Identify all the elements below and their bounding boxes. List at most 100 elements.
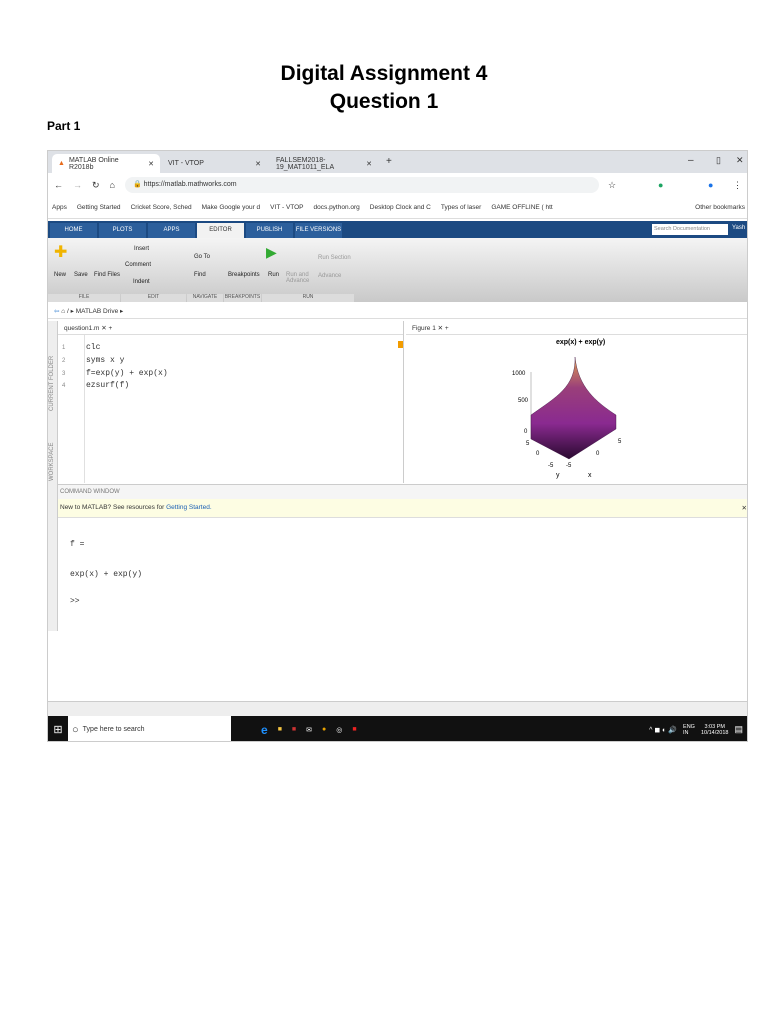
code-line[interactable]: syms x y bbox=[86, 356, 124, 365]
line-number: 3 bbox=[62, 371, 66, 377]
clock-time[interactable]: 3:03 PM bbox=[701, 724, 729, 730]
new-tab-icon[interactable]: + bbox=[386, 156, 392, 167]
bookmark[interactable]: Desktop Clock and C bbox=[370, 204, 431, 211]
edge-icon[interactable]: e bbox=[261, 723, 268, 737]
notifications-icon[interactable]: ▤ bbox=[734, 724, 743, 735]
line-number: 1 bbox=[62, 345, 66, 351]
user-menu[interactable]: Yash bbox=[732, 225, 745, 231]
command-prompt[interactable]: >> bbox=[70, 597, 80, 606]
close-icon[interactable]: ✕ bbox=[742, 504, 747, 512]
star-icon[interactable]: ☆ bbox=[608, 180, 616, 191]
z-tick: 500 bbox=[518, 398, 529, 404]
group-label: NAVIGATE bbox=[187, 294, 223, 302]
editor-tab[interactable]: question1.m bbox=[64, 325, 99, 332]
save-button[interactable]: Save bbox=[74, 272, 88, 278]
path-folder[interactable]: MATLAB Drive bbox=[76, 308, 119, 315]
windows-taskbar: ⊞ ○ Type here to search e ■ ■ ✉ ● ◎ ■ ^ ◼… bbox=[48, 716, 747, 741]
bookmark[interactable]: Types of laser bbox=[441, 204, 481, 211]
grammarly-icon[interactable]: ● bbox=[658, 180, 663, 190]
url-text: https://matlab.mathworks.com bbox=[143, 181, 237, 188]
command-window-header: COMMAND WINDOW bbox=[58, 484, 747, 499]
close-icon[interactable]: ✕ bbox=[366, 160, 372, 168]
clock-date: 10/14/2018 bbox=[700, 729, 729, 736]
bookmark[interactable]: VIT - VTOP bbox=[270, 204, 303, 211]
code-line[interactable]: f=exp(y) + exp(x) bbox=[86, 369, 168, 378]
bookmark[interactable]: Make Google your d bbox=[202, 204, 261, 211]
back-icon[interactable]: ← bbox=[54, 180, 63, 190]
current-folder-tab[interactable]: CURRENT FOLDER bbox=[49, 356, 55, 411]
minimize-icon[interactable]: – bbox=[688, 155, 694, 166]
browser-tab[interactable]: ▲ MATLAB Online R2018b ✕ bbox=[52, 154, 160, 173]
forward-icon[interactable]: → bbox=[73, 180, 82, 190]
tab-plots[interactable]: PLOTS bbox=[99, 223, 146, 238]
tab-file-versions[interactable]: FILE VERSIONS bbox=[295, 223, 342, 238]
figure-panel: Figure 1 ✕ + exp(x) + exp(y) 1000 500 0 … bbox=[406, 321, 747, 483]
app-icon[interactable]: ■ bbox=[292, 726, 296, 733]
url-input[interactable]: 🔒 https://matlab.mathworks.com bbox=[124, 177, 599, 193]
taskbar-search-input[interactable]: ○ Type here to search bbox=[68, 716, 231, 741]
address-bar: ← → ↻ ⌂ 🔒 https://matlab.mathworks.com ☆ ● … bbox=[48, 173, 747, 197]
workspace-tab[interactable]: WORKSPACE bbox=[49, 442, 55, 481]
figure-tab-bar: Figure 1 ✕ + bbox=[406, 321, 747, 335]
code-line[interactable]: ezsurf(f) bbox=[86, 381, 129, 390]
code-line[interactable]: clc bbox=[86, 343, 100, 352]
run-button[interactable]: Run bbox=[268, 272, 279, 278]
tab-home[interactable]: HOME bbox=[50, 223, 97, 238]
close-icon[interactable]: ✕ bbox=[255, 160, 261, 168]
find-button[interactable]: Find bbox=[194, 272, 206, 278]
system-tray-icons[interactable]: ^ ◼ ◐ 🔊 bbox=[649, 726, 677, 734]
media-icon[interactable]: ◎ bbox=[336, 726, 342, 734]
indent-button[interactable]: Indent bbox=[133, 279, 150, 285]
browser-tab[interactable]: FALLSEM2018-19_MAT1011_ELA ✕ bbox=[270, 154, 378, 173]
home-icon[interactable]: ⌂ bbox=[110, 180, 115, 190]
x-tick: 0 bbox=[596, 451, 600, 457]
comment-button[interactable]: Comment bbox=[125, 262, 151, 268]
bookmark[interactable]: GAME OFFLINE ( htt bbox=[491, 204, 552, 211]
figure-tab[interactable]: Figure 1 bbox=[412, 325, 436, 332]
matlab-screenshot: ▲ MATLAB Online R2018b ✕ VIT - VTOP ✕ FALLS… bbox=[47, 150, 748, 742]
new-icon: ✚ bbox=[54, 244, 68, 261]
line-number: 2 bbox=[62, 358, 66, 364]
command-window[interactable]: f = exp(x) + exp(y) >> bbox=[58, 518, 747, 701]
go-to-button[interactable]: Go To bbox=[194, 254, 210, 260]
search-documentation-input[interactable]: Search Documentation bbox=[652, 224, 728, 235]
run-section-button[interactable]: Run Section bbox=[318, 255, 351, 261]
mail-icon[interactable]: ✉ bbox=[306, 726, 312, 734]
menu-icon[interactable]: ⋮ bbox=[733, 180, 742, 191]
y-tick: -5 bbox=[548, 463, 554, 469]
language[interactable]: ENG bbox=[683, 724, 695, 730]
reload-icon[interactable]: ↻ bbox=[92, 180, 100, 191]
chrome-icon[interactable]: ● bbox=[322, 726, 326, 733]
getting-started-link[interactable]: Getting Started. bbox=[166, 504, 212, 511]
maximize-icon[interactable]: ▯ bbox=[716, 155, 721, 166]
other-bookmarks[interactable]: Other bookmarks bbox=[695, 204, 745, 211]
bookmarks-bar: Apps Getting Started Cricket Score, Sche… bbox=[48, 197, 747, 219]
run-and-advance-button[interactable]: Run and Advance bbox=[286, 272, 310, 284]
advance-button[interactable]: Advance bbox=[318, 273, 341, 279]
close-window-icon[interactable]: ✕ bbox=[736, 155, 744, 166]
tab-editor[interactable]: EDITOR bbox=[197, 223, 244, 238]
file-explorer-icon[interactable]: ■ bbox=[278, 726, 282, 733]
tab-publish[interactable]: PUBLISH bbox=[246, 223, 293, 238]
code-editor[interactable]: question1.m ✕ + 1 clc 2 syms x y 3 f=exp(y)… bbox=[58, 321, 404, 483]
bookmark[interactable]: docs.python.org bbox=[314, 204, 360, 211]
tab-label: FALLSEM2018-19_MAT1011_ELA bbox=[276, 156, 335, 171]
group-label: FILE bbox=[48, 294, 120, 302]
windows-start-icon[interactable]: ⊞ bbox=[48, 723, 68, 736]
bookmark[interactable]: Apps bbox=[52, 204, 67, 211]
bookmark[interactable]: Cricket Score, Sched bbox=[131, 204, 192, 211]
find-files-button[interactable]: Find Files bbox=[94, 272, 120, 278]
tab-label: VIT - VTOP bbox=[168, 160, 204, 167]
y-tick: 5 bbox=[526, 441, 530, 447]
x-tick: -5 bbox=[566, 463, 572, 469]
acrobat-icon[interactable]: ■ bbox=[352, 726, 356, 733]
new-button[interactable]: New bbox=[54, 272, 66, 278]
breakpoints-button[interactable]: Breakpoints bbox=[228, 272, 260, 278]
insert-button[interactable]: Insert bbox=[134, 246, 149, 252]
browser-tab[interactable]: VIT - VTOP ✕ bbox=[162, 154, 267, 173]
tab-apps[interactable]: APPS bbox=[148, 223, 195, 238]
profile-avatar[interactable]: ● bbox=[708, 180, 713, 190]
close-icon[interactable]: ✕ bbox=[148, 160, 154, 168]
back-icon[interactable]: ⇦ bbox=[54, 308, 61, 315]
bookmark[interactable]: Getting Started bbox=[77, 204, 121, 211]
